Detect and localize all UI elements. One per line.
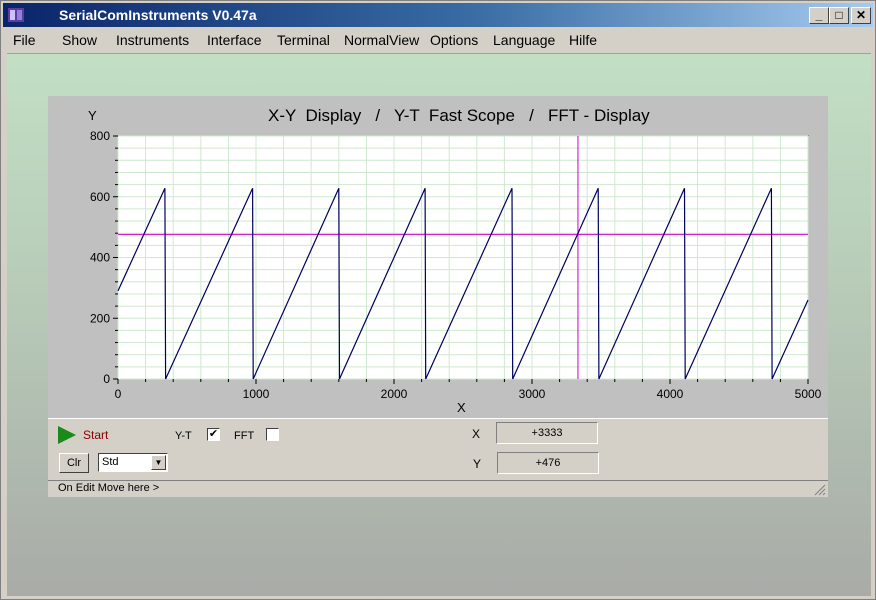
x-tick-label: 0 [115,387,122,401]
x-readout-label: X [472,427,481,441]
fft-checkbox[interactable] [266,428,279,441]
x-tick-label: 1000 [243,387,270,401]
play-icon[interactable] [58,426,76,444]
x-tick-label: 4000 [657,387,684,401]
fft-label: FFT [234,430,255,442]
y-readout: +476 [497,452,599,474]
y-tick-label: 800 [90,129,110,143]
start-button[interactable]: Start [83,428,108,442]
y-tick-label: 0 [103,372,110,386]
x-tick-label: 5000 [795,387,822,401]
x-tick-label: 2000 [381,387,408,401]
clr-button[interactable]: Clr [59,453,89,473]
std-select[interactable]: Std ▼ [98,453,168,472]
scope-chart[interactable]: 0 1000 2000 3000 4000 5000 0 200 400 600 800 [0,0,876,600]
std-select-value: Std [102,456,119,468]
y-tick-label: 600 [90,190,110,204]
resize-grip-icon[interactable] [814,484,826,496]
yt-checkbox[interactable]: ✔ [207,428,220,441]
y-tick-label: 400 [90,251,110,265]
chevron-down-icon[interactable]: ▼ [151,455,166,470]
y-readout-label: Y [473,457,482,471]
status-text: On Edit Move here > [58,482,160,494]
y-tick-label: 200 [90,311,110,325]
x-tick-label: 3000 [519,387,546,401]
status-bar: On Edit Move here > [48,480,828,497]
yt-label: Y-T [175,430,192,442]
x-readout: +3333 [496,422,598,444]
